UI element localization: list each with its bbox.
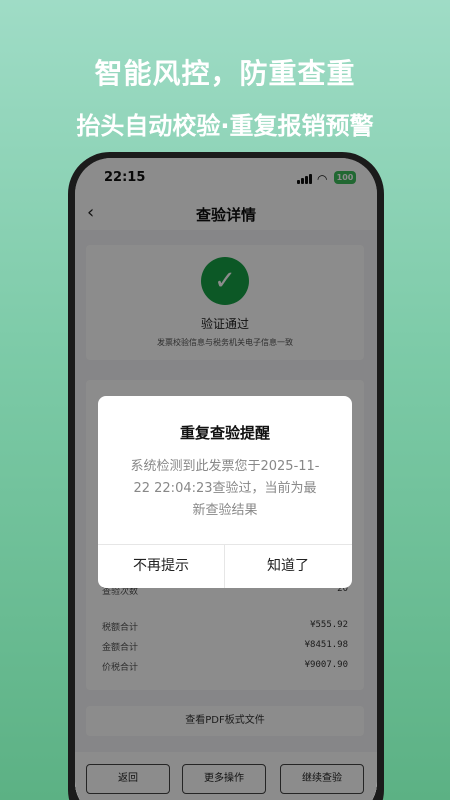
dialog-title: 重复查验提醒: [179, 424, 270, 442]
dialog-message: 系统检测到此发票您于2025-11-22 22:04:23查验过，当前为最新查验…: [130, 459, 320, 518]
dont-remind-button[interactable]: 不再提示: [98, 544, 224, 588]
duplicate-check-dialog: 重复查验提醒 系统检测到此发票您于2025-11-22 22:04:23查验过，…: [98, 396, 352, 588]
hero-title: 智能风控，防重查重: [94, 57, 356, 90]
got-it-button[interactable]: 知道了: [225, 544, 351, 588]
hero-subtitle: 抬头自动校验·重复报销预警: [76, 112, 374, 140]
